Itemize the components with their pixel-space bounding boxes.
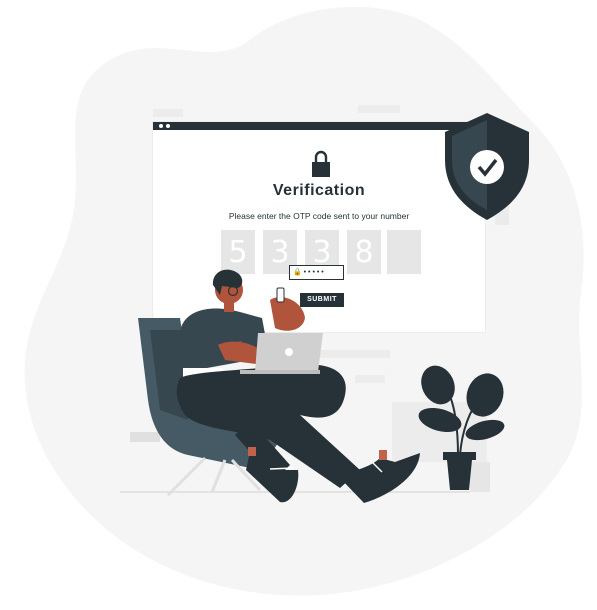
illustration-scene: Verification Please enter the OTP code s… [0, 0, 597, 610]
person-figure [176, 269, 420, 503]
illustration-overlay [138, 113, 529, 503]
shield-check-icon [445, 113, 529, 220]
plant-icon [418, 365, 505, 490]
